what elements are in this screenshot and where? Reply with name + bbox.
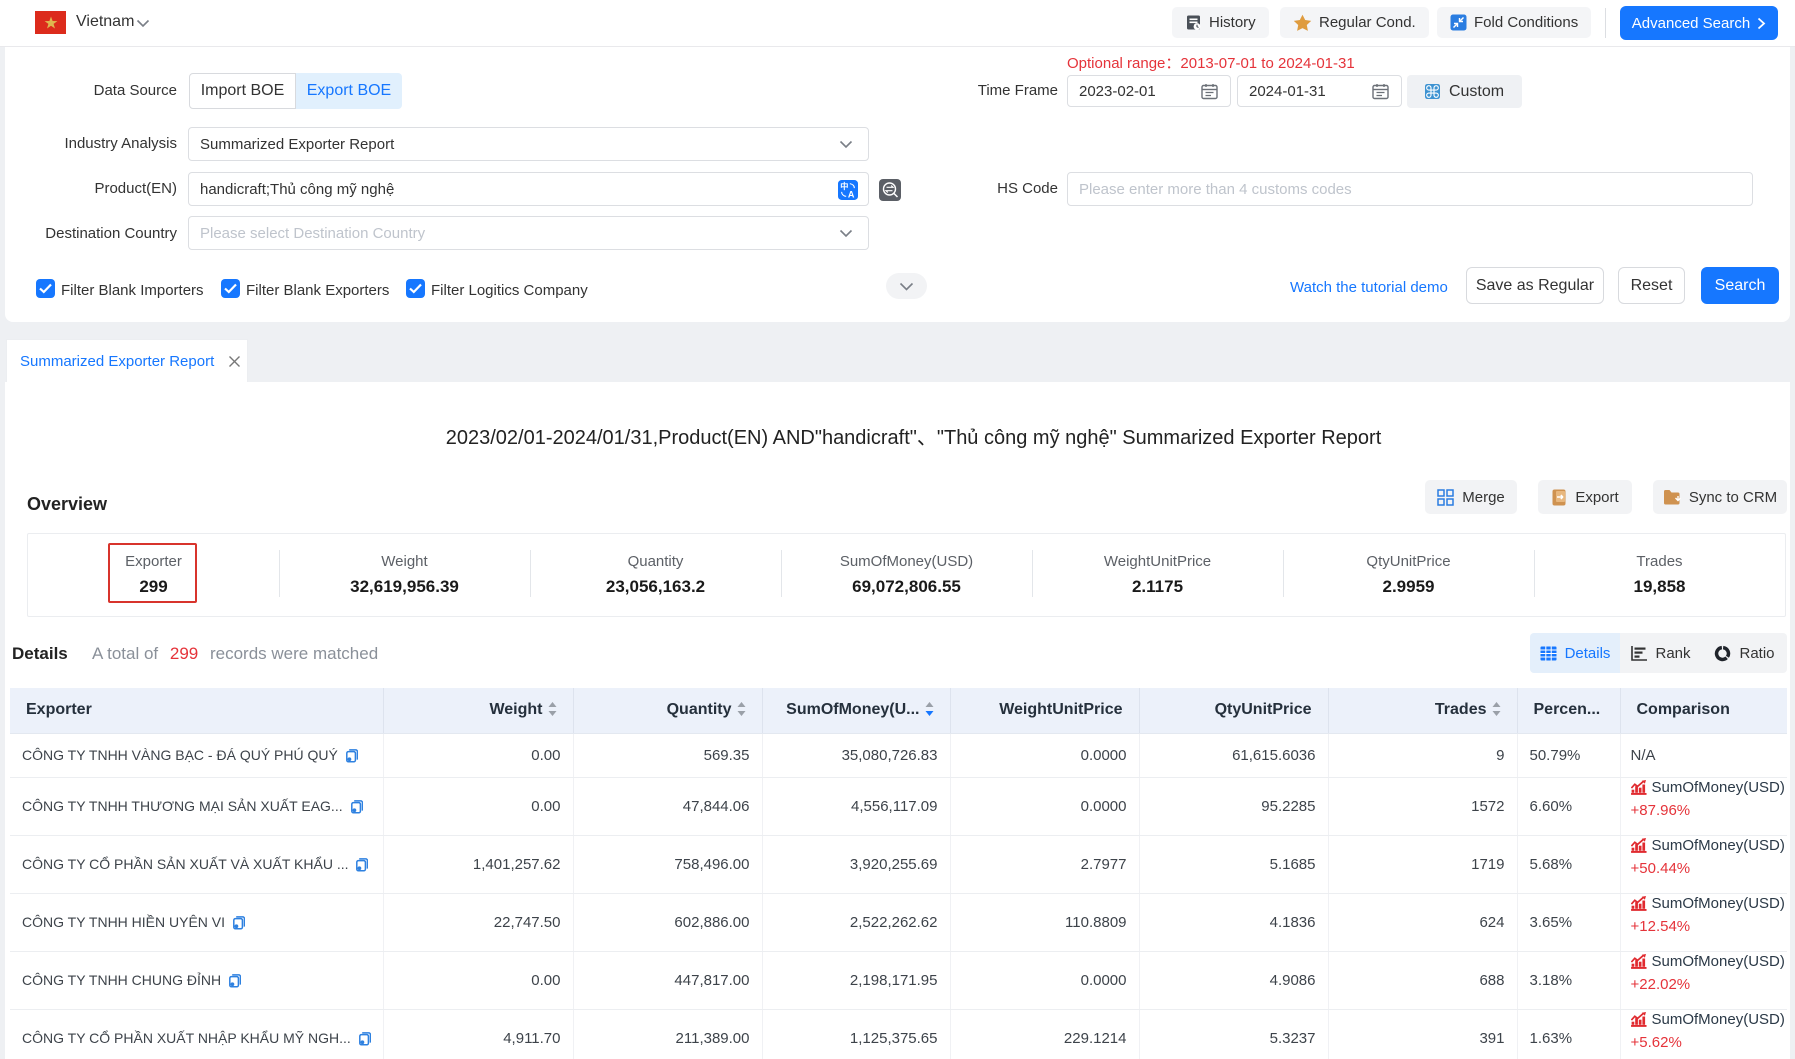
- svg-text:A: A: [848, 189, 855, 199]
